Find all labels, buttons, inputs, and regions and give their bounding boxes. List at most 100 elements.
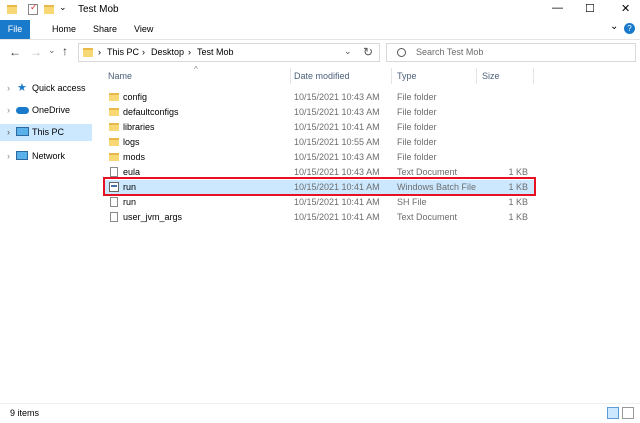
back-arrow-icon[interactable]: ← (9, 45, 21, 59)
file-size: 1 KB (508, 197, 528, 207)
file-date: 10/15/2021 10:41 AM (294, 212, 380, 222)
sidebar-item-label: OneDrive (32, 105, 71, 115)
file-date: 10/15/2021 10:55 AM (294, 137, 380, 147)
sidebar-item-label: Quick access (32, 83, 86, 93)
sidebar-item-label: This PC (32, 127, 65, 137)
navigation-bar: ← → ⌄ ↑ › This PC › Desktop › Test Mob ⌄… (0, 40, 640, 66)
up-arrow-icon[interactable]: ↑ (62, 44, 68, 58)
list-item[interactable]: libraries 10/15/2021 10:41 AM File folde… (104, 120, 534, 135)
tab-share[interactable]: Share (93, 20, 117, 39)
status-bar: 9 items (0, 403, 640, 423)
file-name: defaultconfigs (123, 107, 179, 117)
customize-toolbar-chevron-icon[interactable]: ⌄ (59, 2, 67, 13)
new-folder-icon[interactable] (44, 5, 54, 14)
folder-icon (7, 5, 17, 14)
column-divider[interactable] (290, 68, 291, 84)
column-headers: ^ Name Date modified Type Size (104, 65, 534, 84)
breadcrumb-desktop[interactable]: Desktop (151, 47, 184, 57)
folder-icon (109, 108, 119, 116)
breadcrumb-separator: › (188, 47, 191, 57)
search-box[interactable]: Search Test Mob (386, 43, 636, 62)
expand-chevron-icon[interactable]: › (7, 102, 10, 119)
sidebar-item-this-pc[interactable]: › This PC (0, 124, 92, 141)
file-name: mods (123, 152, 146, 162)
file-name: config (123, 92, 148, 102)
sidebar-item-network[interactable]: › Network (0, 148, 92, 165)
file-type: File folder (397, 107, 437, 117)
expand-ribbon-chevron-icon[interactable]: ⌄ (610, 21, 618, 32)
cloud-icon (16, 107, 29, 114)
search-input[interactable]: Search Test Mob (416, 47, 483, 57)
highlight-box (103, 177, 536, 196)
column-divider[interactable] (533, 68, 534, 84)
properties-icon[interactable]: ✓ (28, 2, 38, 15)
file-type: File folder (397, 92, 437, 102)
file-name: libraries (123, 122, 155, 132)
checkmark-icon: ✓ (30, 2, 38, 12)
ribbon-tabs: File Home Share View ⌄ ? (0, 20, 640, 40)
folder-icon (109, 138, 119, 146)
text-document-icon (110, 212, 118, 222)
file-name: user_jvm_args (123, 212, 183, 222)
large-icons-view-icon[interactable] (622, 407, 634, 419)
folder-icon (109, 153, 119, 161)
breadcrumb-separator: › (98, 47, 101, 57)
breadcrumb-test-mob[interactable]: Test Mob (197, 47, 234, 57)
column-header-type[interactable]: Type (397, 71, 417, 81)
list-item[interactable]: defaultconfigs 10/15/2021 10:43 AM File … (104, 105, 534, 120)
file-date: 10/15/2021 10:41 AM (294, 122, 380, 132)
sidebar-item-quick-access[interactable]: › ★ Quick access (0, 80, 92, 97)
list-item[interactable]: run 10/15/2021 10:41 AM SH File 1 KB (104, 195, 534, 210)
file-type: File folder (397, 122, 437, 132)
list-item[interactable]: config 10/15/2021 10:43 AM File folder (104, 90, 534, 105)
file-date: 10/15/2021 10:43 AM (294, 92, 380, 102)
column-divider[interactable] (391, 68, 392, 84)
title-bar: ✓ ⌄ Test Mob — ☐ ✕ (0, 0, 640, 20)
file-name: logs (123, 137, 140, 147)
sidebar-item-onedrive[interactable]: › OneDrive (0, 102, 92, 119)
item-count: 9 items (10, 408, 40, 418)
navigation-pane: › ★ Quick access › OneDrive › This PC › … (0, 66, 100, 403)
list-item[interactable]: mods 10/15/2021 10:43 AM File folder (104, 150, 534, 165)
sort-indicator-icon: ^ (194, 65, 198, 74)
file-date: 10/15/2021 10:43 AM (294, 152, 380, 162)
tab-view[interactable]: View (134, 20, 153, 39)
column-divider[interactable] (476, 68, 477, 84)
file-type: Text Document (397, 212, 458, 222)
list-item[interactable]: logs 10/15/2021 10:55 AM File folder (104, 135, 534, 150)
computer-icon (16, 127, 29, 136)
expand-chevron-icon[interactable]: › (7, 80, 10, 97)
expand-chevron-icon[interactable]: › (7, 148, 10, 165)
document-icon (110, 197, 118, 207)
help-icon[interactable]: ? (624, 23, 635, 34)
forward-arrow-icon[interactable]: → (30, 45, 42, 59)
folder-icon (83, 48, 93, 57)
tab-home[interactable]: Home (52, 20, 76, 39)
star-icon: ★ (17, 82, 27, 94)
file-name: run (123, 197, 137, 207)
column-header-name[interactable]: Name (108, 71, 132, 81)
address-dropdown-icon[interactable]: ⌄ (344, 46, 352, 57)
network-icon (16, 151, 28, 160)
details-view-icon[interactable] (607, 407, 619, 419)
breadcrumb-this-pc[interactable]: This PC (107, 47, 139, 57)
column-header-size[interactable]: Size (482, 71, 500, 81)
maximize-button[interactable]: ☐ (585, 2, 595, 15)
file-date: 10/15/2021 10:43 AM (294, 107, 380, 117)
file-type: File folder (397, 137, 437, 147)
recent-locations-chevron-icon[interactable]: ⌄ (48, 45, 56, 56)
expand-chevron-icon[interactable]: › (7, 124, 10, 141)
address-bar[interactable]: › This PC › Desktop › Test Mob ⌄ ↻ (78, 43, 380, 62)
search-icon (397, 48, 406, 57)
column-header-date-modified[interactable]: Date modified (294, 71, 350, 81)
folder-icon (109, 93, 119, 101)
tab-file[interactable]: File (0, 20, 30, 39)
text-document-icon (110, 167, 118, 177)
close-button[interactable]: ✕ (621, 2, 630, 15)
file-type: File folder (397, 152, 437, 162)
minimize-button[interactable]: — (552, 2, 563, 14)
sidebar-item-label: Network (32, 151, 66, 161)
file-size: 1 KB (508, 212, 528, 222)
list-item[interactable]: user_jvm_args 10/15/2021 10:41 AM Text D… (104, 210, 534, 225)
refresh-icon[interactable]: ↻ (363, 45, 373, 59)
